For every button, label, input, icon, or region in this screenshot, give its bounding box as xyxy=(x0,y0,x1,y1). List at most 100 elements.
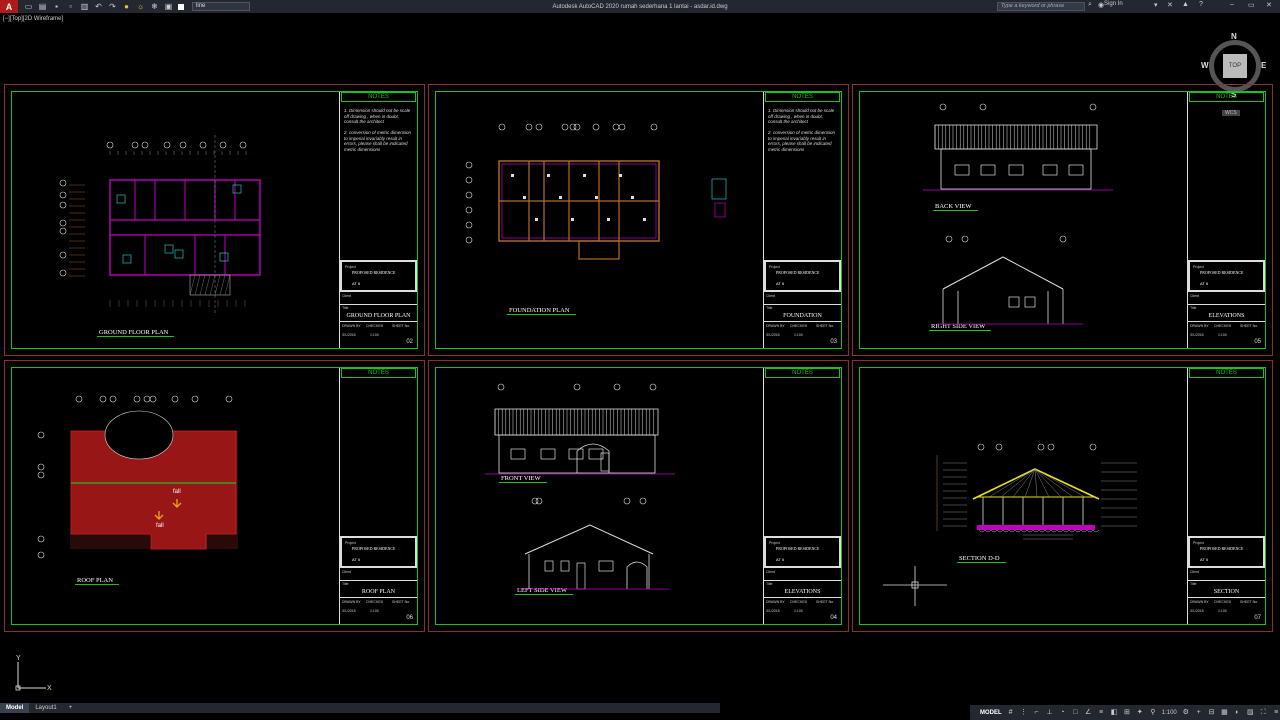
model-space-button[interactable]: MODEL xyxy=(980,710,1002,716)
annotation-scale-value[interactable]: 1:100 xyxy=(1162,710,1177,716)
maximize-icon[interactable]: ▭ xyxy=(1248,1,1255,9)
front-and-left-elevation-drawing[interactable] xyxy=(485,379,705,604)
print-icon[interactable]: ▥ xyxy=(80,2,89,11)
grid-bubble xyxy=(612,123,620,131)
save-as-icon[interactable]: ▫ xyxy=(66,2,75,11)
project-box: Project PROPOSED RESIDENCE AT II xyxy=(764,536,841,568)
note-line: 2. conversion of metric dimension to imp… xyxy=(344,130,412,152)
drawing-sheet[interactable]: NOTES Project PROPOSED RESIDENCE AT II C… xyxy=(428,360,849,632)
redo-icon[interactable]: ↷ xyxy=(108,2,117,11)
sheet-title: SECTION xyxy=(1213,589,1240,595)
snap-icon[interactable]: ⋮ xyxy=(1020,709,1028,717)
account-icon[interactable]: ▲ xyxy=(1182,1,1189,8)
title-block: NOTES 1. Dimension should not be scale o… xyxy=(763,92,841,348)
sheet-label: SHEET No. xyxy=(816,600,835,604)
autocad-logo-icon[interactable]: A xyxy=(0,0,18,13)
foundation-plan-drawing[interactable] xyxy=(459,119,729,279)
truss-web xyxy=(1034,468,1038,498)
grid-bubble xyxy=(465,206,473,214)
settings-gear-icon[interactable]: ⚙ xyxy=(1182,709,1190,717)
project-name: PROPOSED RESIDENCE xyxy=(1200,270,1244,275)
lock-icon[interactable]: ▣ xyxy=(164,2,173,11)
minimize-icon[interactable]: – xyxy=(1230,1,1234,8)
customize-icon[interactable]: ≡ xyxy=(1272,709,1280,717)
open-file-icon[interactable]: ▤ xyxy=(38,2,47,11)
truss-web xyxy=(1012,468,1036,498)
hatch xyxy=(209,274,216,296)
info-box: DRAWN BY CHECKED SHEET No. 3/1/2018 1:10… xyxy=(340,598,417,624)
grid-bubble xyxy=(59,269,67,277)
ground-floor-plan-drawing[interactable] xyxy=(55,125,295,325)
title-label: Title xyxy=(342,306,349,310)
hatch xyxy=(1014,529,1022,533)
hatch xyxy=(1074,529,1082,533)
color-swatch-icon[interactable] xyxy=(178,3,184,10)
transparency-icon[interactable]: ◧ xyxy=(1110,709,1118,717)
plus-icon[interactable]: + xyxy=(1195,709,1203,717)
column xyxy=(571,218,574,221)
clean-screen-icon[interactable]: ⛶ xyxy=(1259,709,1267,717)
infer-icon[interactable]: ⌐ xyxy=(1033,709,1041,717)
save-icon[interactable]: ▪ xyxy=(52,2,61,11)
fall-label: fall xyxy=(156,523,164,529)
back-and-right-elevation-drawing[interactable] xyxy=(913,99,1193,339)
drawing-sheet[interactable]: NOTES 1. Dimension should not be scale o… xyxy=(428,84,849,356)
section-drawing[interactable] xyxy=(923,435,1153,555)
tab-layout1[interactable]: Layout1 xyxy=(29,703,62,713)
column xyxy=(643,218,646,221)
drawing-sheet[interactable]: NOTES 1. Dimension should not be scale o… xyxy=(4,84,425,356)
search-input[interactable]: Type a keyword or phrase xyxy=(997,2,1085,11)
sheet-title-box: Title ELEVATIONS xyxy=(764,580,841,598)
client-label: Client xyxy=(766,294,775,298)
lineweight-icon[interactable]: ≡ xyxy=(1097,709,1105,717)
compass-east[interactable]: E xyxy=(1261,61,1266,70)
notes-heading: NOTES xyxy=(1189,92,1264,102)
lightbulb-icon[interactable]: ● xyxy=(122,2,131,11)
polar-icon[interactable]: ◔ xyxy=(1058,709,1066,717)
osnap-icon[interactable]: □ xyxy=(1071,709,1079,717)
undo-icon[interactable]: ↶ xyxy=(94,2,103,11)
units-icon[interactable]: ⊟ xyxy=(1208,709,1216,717)
grid-bubble xyxy=(59,191,67,199)
project-box: Project PROPOSED RESIDENCE AT II xyxy=(764,260,841,292)
hardware-accel-icon[interactable]: ▨ xyxy=(1246,709,1254,717)
ortho-icon[interactable]: ⊥ xyxy=(1045,709,1053,717)
window xyxy=(1024,296,1036,308)
project-box: Project PROPOSED RESIDENCE AT II xyxy=(1188,536,1265,568)
selection-cycling-icon[interactable]: ⊞ xyxy=(1123,709,1131,717)
quick-properties-icon[interactable]: ▦ xyxy=(1221,709,1229,717)
grid-bubble xyxy=(219,141,227,149)
freeze-icon[interactable]: ❄ xyxy=(150,2,159,11)
compass-north[interactable]: N xyxy=(1231,32,1237,41)
window xyxy=(568,448,584,460)
drawing-sheet[interactable]: NOTES Project PROPOSED RESIDENCE AT II C… xyxy=(4,360,425,632)
viewport-controls[interactable]: [−][Top][2D Wireframe] xyxy=(3,16,63,22)
isolate-icon[interactable]: ◐ xyxy=(1233,709,1241,717)
grid-bubble xyxy=(75,395,83,403)
grid-icon[interactable]: # xyxy=(1007,709,1015,717)
help-icon[interactable]: ? xyxy=(1199,1,1203,8)
viewcube-top-face[interactable]: TOP xyxy=(1223,54,1247,78)
drawn-label: DRAWN BY xyxy=(766,600,785,604)
sun-icon[interactable]: ☼ xyxy=(136,2,145,11)
sheet-title-box: Title ELEVATIONS xyxy=(1188,304,1265,322)
annotation-visibility-icon[interactable]: ✦ xyxy=(1136,709,1144,717)
chevron-down-icon[interactable]: ▾ xyxy=(1154,1,1158,9)
compass-west[interactable]: W xyxy=(1201,61,1209,70)
otrack-icon[interactable]: ∠ xyxy=(1084,709,1092,717)
annotation-scale-icon[interactable]: ⚲ xyxy=(1149,709,1157,717)
binoculars-icon[interactable]: ⌕ xyxy=(1088,1,1092,9)
note-line: 1. Dimension should not be scale off dra… xyxy=(768,108,835,124)
tab-model[interactable]: Model xyxy=(0,703,30,713)
drawing-sheet[interactable]: NOTES Project PROPOSED RESIDENCE AT II C… xyxy=(852,84,1273,356)
add-layout-button[interactable]: + xyxy=(63,703,79,713)
new-file-icon[interactable]: ▭ xyxy=(24,2,33,11)
scale-value: 1:100 xyxy=(1218,333,1227,337)
exchange-icon[interactable]: ✕ xyxy=(1167,1,1173,9)
layer-dropdown[interactable]: line xyxy=(192,2,250,11)
grid-bubble xyxy=(106,141,114,149)
close-icon[interactable]: ✕ xyxy=(1266,1,1272,9)
note-line: 1. Dimension should not be scale off dra… xyxy=(344,108,411,124)
roof-plan-drawing[interactable]: fall fall xyxy=(31,389,271,589)
sign-in-button[interactable]: Sign In xyxy=(1104,1,1123,7)
